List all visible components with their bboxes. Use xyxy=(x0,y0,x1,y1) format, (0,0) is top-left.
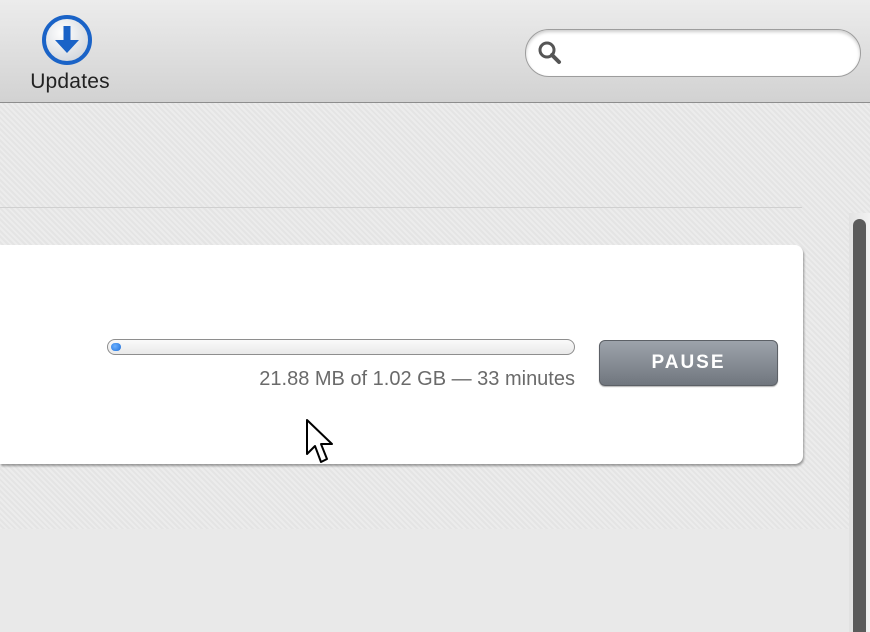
download-progress-bar xyxy=(107,339,575,355)
arrow-cursor-icon xyxy=(306,419,333,463)
content-area: 21.88 MB of 1.02 GB — 33 minutes PAUSE xyxy=(0,103,870,632)
pause-button[interactable]: PAUSE xyxy=(599,340,778,386)
toolbar: Updates xyxy=(0,0,870,103)
section-divider xyxy=(0,207,802,208)
scrollbar-thumb[interactable] xyxy=(853,219,866,632)
download-progress-fill xyxy=(111,343,121,351)
download-progress-text: 21.88 MB of 1.02 GB — 33 minutes xyxy=(259,368,575,390)
search-input[interactable] xyxy=(572,37,848,71)
download-card: 21.88 MB of 1.02 GB — 33 minutes PAUSE xyxy=(0,245,803,464)
updates-tab[interactable]: Updates xyxy=(20,14,120,98)
magnifier-icon xyxy=(538,41,561,64)
updates-label: Updates xyxy=(30,70,110,93)
download-arrow-icon xyxy=(42,15,92,65)
vertical-scrollbar[interactable] xyxy=(849,213,870,632)
search-field[interactable] xyxy=(525,29,861,77)
